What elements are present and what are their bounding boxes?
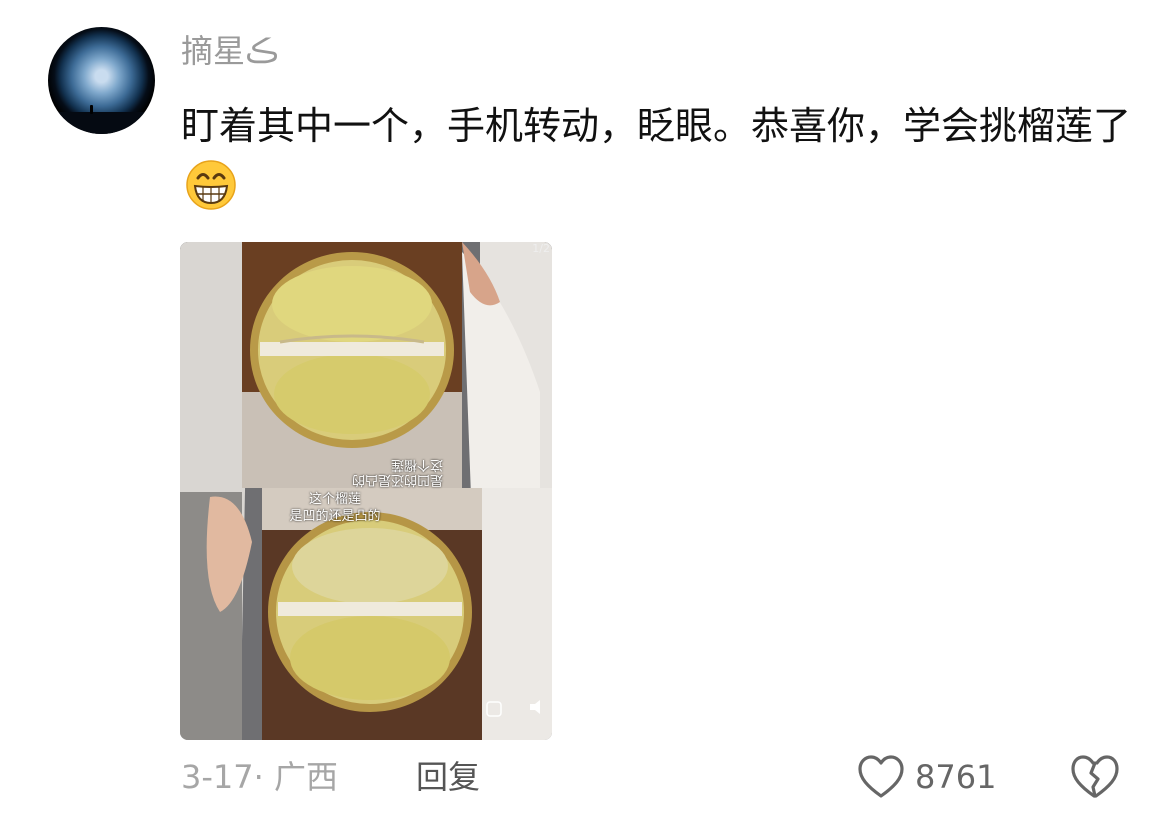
comment-date-location: 3-17· 广西 — [181, 758, 338, 796]
broken-heart-icon[interactable] — [1071, 754, 1119, 800]
avatar[interactable] — [48, 27, 155, 134]
media-counter: 1/2 — [532, 242, 550, 255]
grinning-face-emoji-icon — [186, 160, 236, 210]
comment-text-body: 盯着其中一个，手机转动，眨眼。恭喜你，学会挑榴莲了 — [181, 104, 1132, 148]
media-caption-line1: 这个榴莲 — [308, 492, 361, 507]
avatar-ground — [48, 112, 155, 134]
media-caption-inverted: 是凹的还是凸的 这个榴莲 — [352, 457, 443, 487]
media-caption-inverted-line2: 是凹的还是凸的 — [352, 472, 444, 487]
avatar-figure — [90, 105, 93, 114]
username[interactable]: 摘星ڪ — [181, 31, 279, 71]
media-caption-line2: 是凹的还是凸的 — [289, 509, 381, 524]
comment-text: 盯着其中一个，手机转动，眨眼。恭喜你，学会挑榴莲了 — [181, 95, 1141, 219]
media-caption-inverted-line1: 这个榴莲 — [391, 457, 444, 472]
heart-icon[interactable] — [857, 754, 905, 800]
like-count: 8761 — [915, 758, 997, 796]
reply-button[interactable]: 回复 — [416, 757, 480, 797]
media-caption: 这个榴莲 是凹的还是凸的 — [280, 491, 390, 525]
